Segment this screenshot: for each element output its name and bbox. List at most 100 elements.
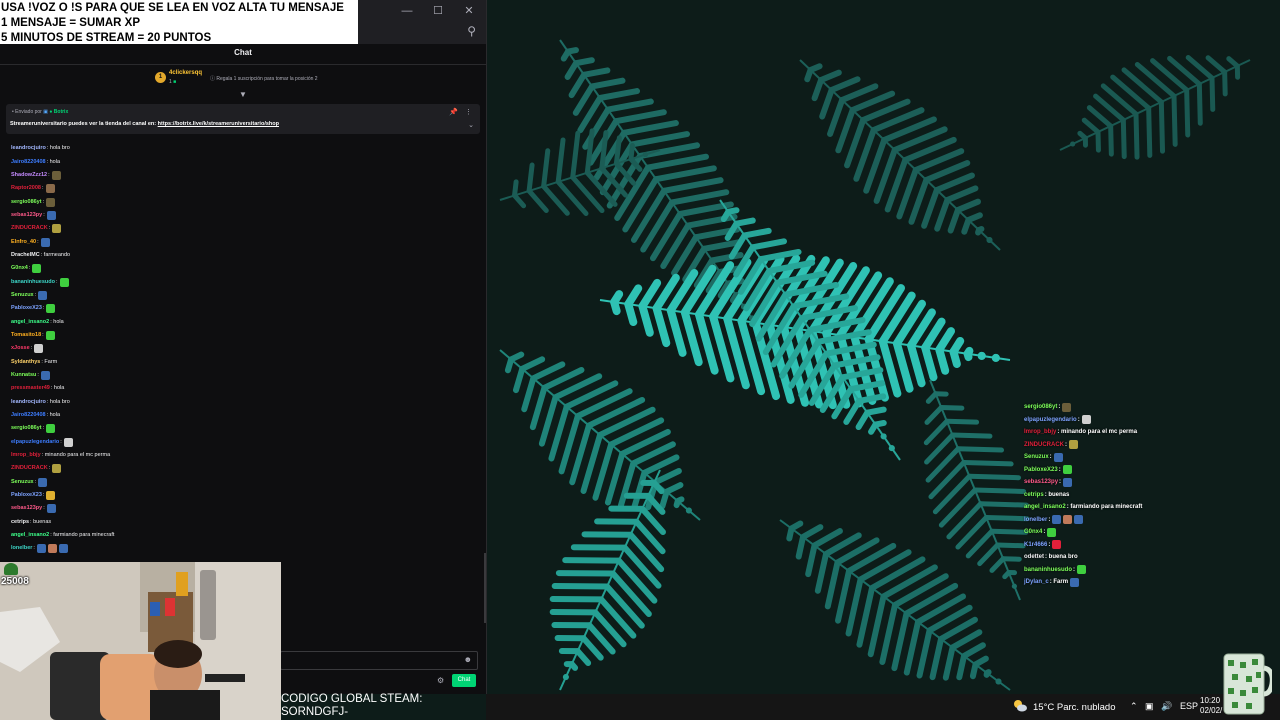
chat-scrollbar[interactable] <box>484 553 486 623</box>
chat-input[interactable]: ☻ <box>280 651 478 670</box>
chat-username[interactable]: sebas123py <box>11 209 42 222</box>
leaderboard-user[interactable]: 4clickersqq <box>169 70 202 76</box>
weather-text[interactable]: 15°C Parc. nublado <box>1033 702 1116 713</box>
chat-username[interactable]: bananinhuesudo <box>11 276 55 289</box>
chat-username[interactable]: angel_insano2 <box>11 316 49 329</box>
chat-message: sebas123py: <box>11 502 471 515</box>
more-options-icon[interactable]: ⋮ <box>465 108 472 116</box>
emote-icon <box>1069 440 1078 450</box>
clock-date: 02/02/ <box>1200 706 1223 715</box>
search-icon[interactable]: ⚲ <box>467 24 476 38</box>
emote-icon <box>1062 402 1072 412</box>
chat-username[interactable]: Raptor2008 <box>11 182 41 195</box>
overlay-chat-username: K1r4666 <box>1024 541 1048 548</box>
shop-link[interactable]: https://botrix.live/k/streameruniversita… <box>158 121 279 127</box>
pinned-bot-name[interactable]: Botrix <box>54 109 68 115</box>
chat-message-text: : farmiando para minecraft <box>50 532 115 539</box>
chat-username[interactable]: lonelber <box>11 542 32 555</box>
chat-username[interactable]: Jairo8220408 <box>11 156 46 169</box>
chat-username[interactable]: Elnfro_40 <box>11 236 36 249</box>
chat-username[interactable]: DrachelMC <box>11 249 40 262</box>
chat-username[interactable]: Tomasito18 <box>11 329 41 342</box>
weather-cloud-icon[interactable] <box>1012 698 1028 714</box>
collapse-arrow-icon[interactable]: ▼ <box>239 90 247 99</box>
volume-icon[interactable]: 🔊 <box>1161 701 1172 712</box>
chat-username[interactable]: ZINDUCRACK <box>11 462 48 475</box>
tray-chevron-icon[interactable]: ⌃ <box>1130 701 1138 712</box>
chat-message-text: : <box>42 305 45 312</box>
emote-icon <box>1052 515 1062 525</box>
chat-message: angel_insano2: farmiando para minecraft <box>11 529 471 542</box>
taskbar-clock[interactable]: 10:20 02/02/ <box>1200 696 1222 716</box>
chat-message-text: : <box>37 238 39 245</box>
chat-message-text: : hola <box>50 385 65 392</box>
chat-messages: leandrocjuiro: hola bro Jairo8220408: hol… <box>11 142 471 556</box>
chat-message-text: : <box>34 478 37 485</box>
chat-username[interactable]: Imrop_bbjy <box>11 449 41 462</box>
chat-message: Elnfro_40: <box>11 235 471 248</box>
chat-username[interactable]: Jairo8220408 <box>11 409 46 422</box>
overlay-chat-username: ZINDUCRACK <box>1024 441 1064 448</box>
chat-message: G0nx4: <box>11 262 471 275</box>
overlay-chat-text: : <box>1059 479 1062 485</box>
emote-icon <box>1047 527 1057 537</box>
chat-username[interactable]: ShadowZzz12 <box>11 169 47 182</box>
chat-message-text: : <box>30 345 33 352</box>
leaderboard-hint: ⓘ Regala 1 suscripción para tomar la pos… <box>210 75 318 82</box>
chat-username[interactable]: G0nx4 <box>11 262 28 275</box>
overlay-chat-username: elpapuzlegendario <box>1024 416 1077 423</box>
chat-username[interactable]: PabloxeX23 <box>11 302 42 315</box>
pin-icon[interactable]: 📌 <box>449 108 458 116</box>
emote-icon <box>1077 565 1086 575</box>
info-icon: ⓘ <box>210 76 216 82</box>
chat-username[interactable]: pressmaster49 <box>11 382 50 395</box>
emote-icon <box>38 290 48 300</box>
chat-username[interactable]: sebas123py <box>11 502 42 515</box>
overlay-chat-message: lonelber: <box>1024 514 1280 527</box>
network-icon[interactable]: ▣ <box>1145 701 1154 712</box>
minimize-icon[interactable]: — <box>395 3 419 19</box>
gift-icon: ■ <box>173 79 177 85</box>
follower-icon <box>4 563 18 575</box>
emote-icon <box>46 424 56 434</box>
chat-username[interactable]: leandrocjuiro <box>11 142 46 155</box>
overlay-chat-username: jDylan_c <box>1024 579 1049 585</box>
chat-username[interactable]: leandrocjuiro <box>11 396 46 409</box>
chat-username[interactable]: sergio086yt <box>11 196 42 209</box>
emote-icon <box>32 264 42 274</box>
chat-username[interactable]: Senuzux <box>11 476 34 489</box>
chat-message: leandrocjuiro: hola bro <box>11 396 471 409</box>
chat-username[interactable]: elpapuzlegendario <box>11 436 59 449</box>
language-indicator[interactable]: ESP <box>1180 701 1198 711</box>
close-icon[interactable]: ✕ <box>457 3 481 19</box>
overlay-chat-message: K1r4666: <box>1024 539 1280 552</box>
expand-chevron-icon[interactable]: ⌄ <box>468 121 474 129</box>
overlay-chat-text: : farmiando para minecraft <box>1066 504 1143 510</box>
chat-username[interactable]: Senuzux <box>11 289 34 302</box>
settings-gear-icon[interactable]: ⚙ <box>437 676 444 685</box>
emote-icon[interactable]: ☻ <box>464 655 472 664</box>
pinned-message-text: Streameruniversitario puedes ver la tien… <box>10 121 279 127</box>
maximize-icon[interactable]: ☐ <box>426 3 450 19</box>
emote-icon <box>1074 515 1084 525</box>
emote-icon <box>46 197 56 207</box>
chat-message-text: : <box>33 545 35 552</box>
chat-username[interactable]: angel_insano2 <box>11 529 49 542</box>
chat-message-text: : <box>48 225 51 232</box>
chat-send-button[interactable]: Chat <box>452 674 476 687</box>
chat-username[interactable]: PabloxeX23 <box>11 489 42 502</box>
chat-username[interactable]: sergio086yt <box>11 422 42 435</box>
overlay-chat-username: bananinhuesudo <box>1024 566 1072 573</box>
emote-icon <box>45 184 55 194</box>
chat-username[interactable]: Kunnatsu <box>11 369 36 382</box>
pinned-message-prefix: Streameruniversitario puedes ver la tien… <box>10 121 158 127</box>
chat-message-text: : <box>42 425 45 432</box>
leaderboard-count-value: 1 <box>169 79 172 85</box>
chat-username[interactable]: cetrips <box>11 516 29 529</box>
chat-username[interactable]: Syldanthys <box>11 356 40 369</box>
chat-username[interactable]: ZINDUCRACK <box>11 222 48 235</box>
overlay-chat-message: G0nx4: <box>1024 526 1280 539</box>
chat-message: Jairo8220408: hola <box>11 155 471 168</box>
overlay-chat-text: : <box>1058 404 1061 410</box>
chat-username[interactable]: xJosse <box>11 342 30 355</box>
